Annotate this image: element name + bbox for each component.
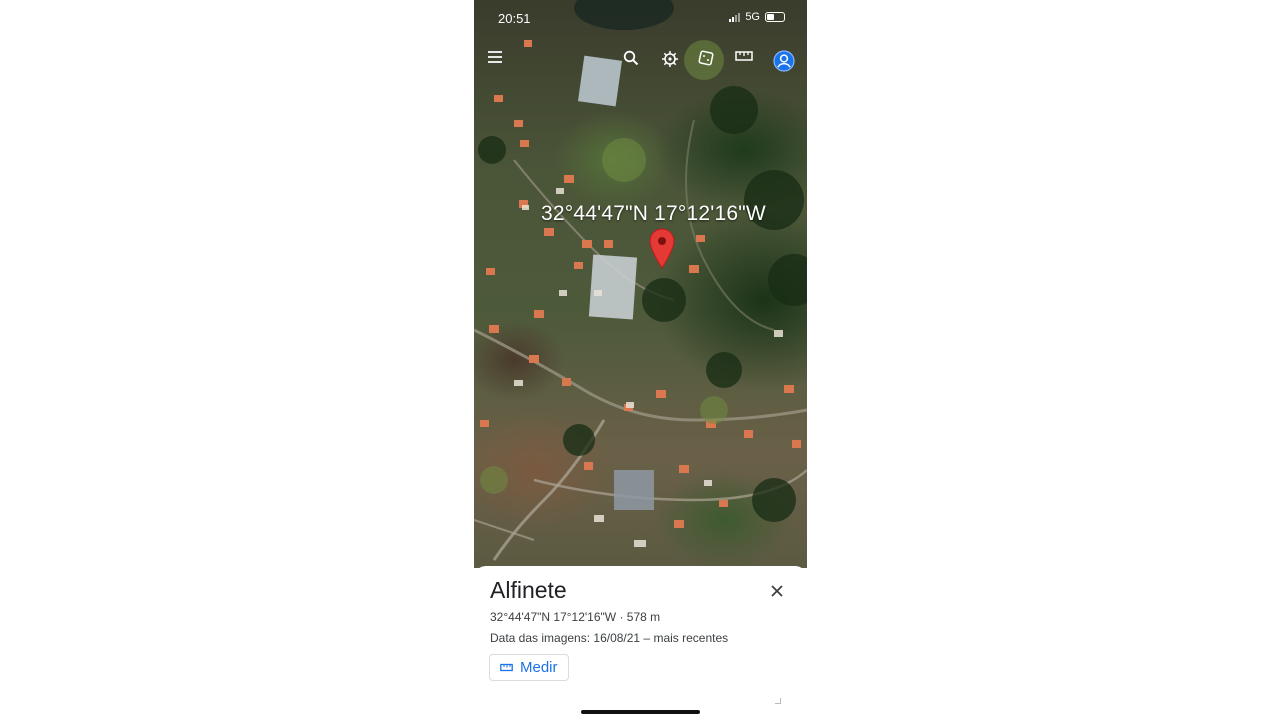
network-label: 5G [745, 11, 760, 23]
place-card: Alfinete 32°44'47"N 17°12'16"W · 578 m D… [474, 566, 807, 720]
imagery-date: Data das imagens: 16/08/21 – mais recent… [490, 631, 729, 645]
battery-icon [765, 12, 785, 22]
resize-handle[interactable] [775, 698, 781, 704]
voyager-wheel-icon[interactable] [661, 50, 685, 74]
account-icon[interactable] [773, 50, 797, 74]
ruler-icon[interactable] [735, 50, 759, 74]
map-imagery [474, 0, 807, 561]
ruler-icon [500, 659, 513, 676]
status-time: 20:51 [498, 11, 531, 26]
signal-icon [729, 12, 741, 22]
phone-screen: 20:51 5G 32°44'47"N 17°12'16"W Alfinete … [474, 0, 807, 720]
measure-label: Medir [520, 659, 558, 676]
place-title: Alfinete [490, 577, 567, 603]
measure-button[interactable]: Medir [489, 654, 569, 681]
satellite-map[interactable]: 20:51 5G 32°44'47"N 17°12'16"W [474, 0, 807, 568]
place-coordinates-altitude: 32°44'47"N 17°12'16"W · 578 m [490, 610, 661, 624]
home-indicator[interactable] [581, 710, 700, 714]
status-indicators: 5G [729, 11, 785, 23]
location-pin-icon[interactable] [648, 228, 676, 270]
map-coordinates-label: 32°44'47"N 17°12'16"W [541, 202, 766, 225]
close-icon[interactable] [769, 583, 785, 599]
menu-icon[interactable] [487, 50, 511, 74]
dice-icon[interactable] [698, 50, 722, 74]
search-icon[interactable] [623, 50, 647, 74]
